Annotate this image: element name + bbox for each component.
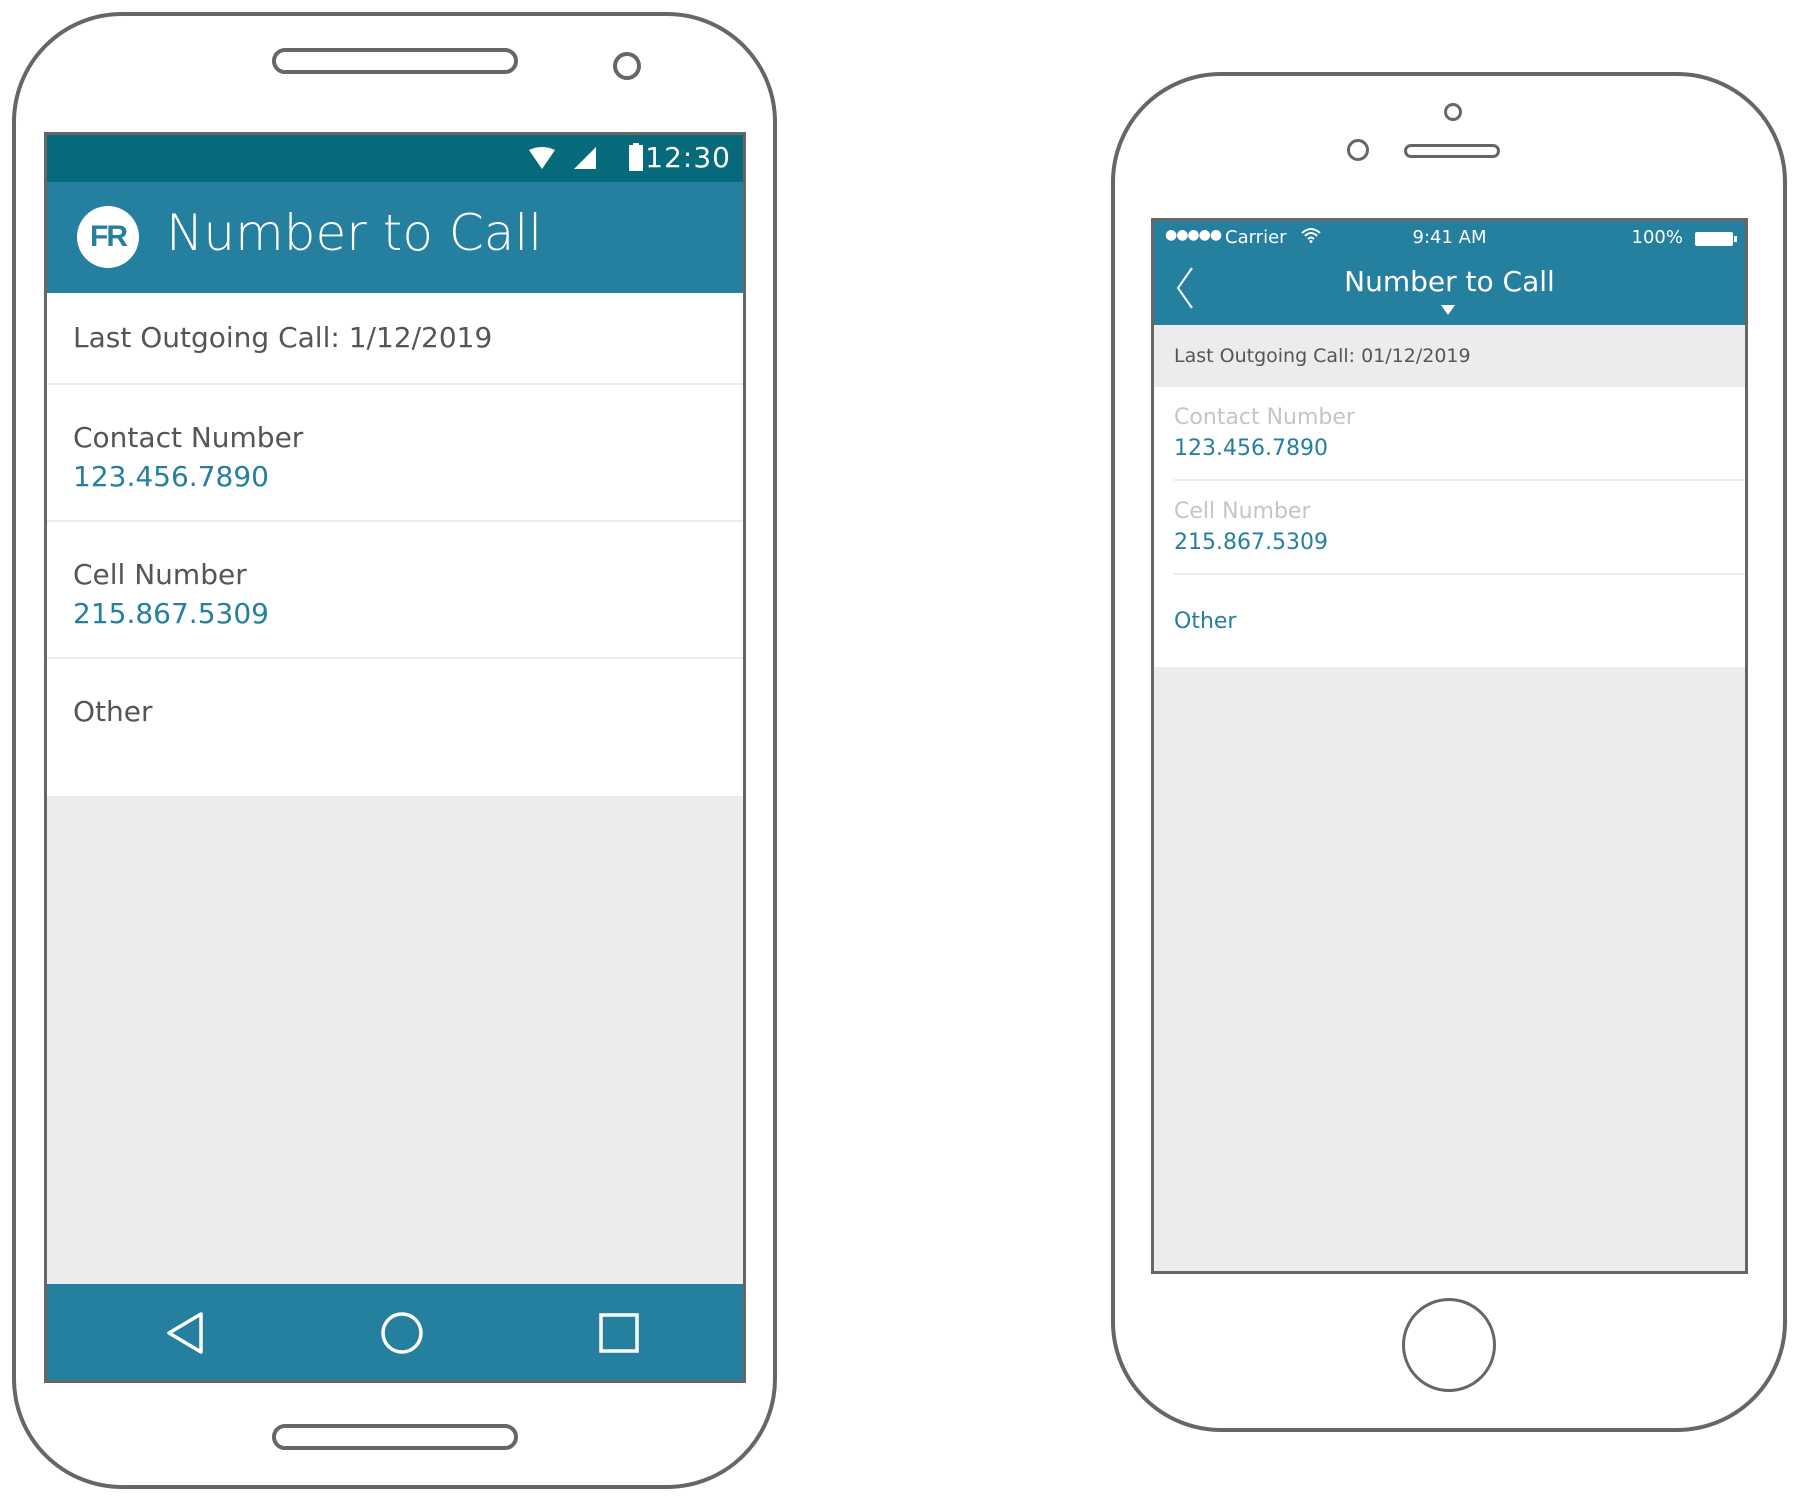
android-app-bar: FR Number to Call <box>47 182 743 293</box>
back-triangle-icon <box>167 1312 203 1354</box>
android-nav-bar <box>47 1284 743 1380</box>
option-label: Contact Number <box>73 421 304 454</box>
option-other[interactable]: Other <box>1174 575 1745 667</box>
battery-percent: 100% <box>1631 227 1683 248</box>
option-contact-number[interactable]: Contact Number 123.456.7890 <box>1174 387 1745 481</box>
android-bottom-speaker-grille <box>272 1424 518 1450</box>
battery-icon <box>629 143 643 176</box>
android-number-list: Last Outgoing Call: 1/12/2019 Contact Nu… <box>47 293 743 796</box>
ios-status-bar: ●●●●● Carrier 9:41 AM 100% <box>1154 221 1745 255</box>
option-contact-number[interactable]: Contact Number 123.456.7890 <box>47 385 743 522</box>
android-front-camera <box>613 52 641 80</box>
android-screen: 12:30 FR Number to Call Last Outgoing Ca… <box>44 132 746 1383</box>
last-outgoing-call-text: Last Outgoing Call: 1/12/2019 <box>73 321 493 354</box>
caret-down-icon[interactable] <box>1441 305 1455 315</box>
iphone-proximity-sensor <box>1444 103 1462 121</box>
cellular-signal-icon <box>574 147 596 174</box>
option-label: Other <box>73 695 153 728</box>
page-title[interactable]: Number to Call <box>1154 265 1745 298</box>
option-phone-value: 215.867.5309 <box>73 597 269 630</box>
fr-logo-icon: FR <box>77 206 139 268</box>
nav-recents-button[interactable] <box>594 1308 644 1358</box>
option-phone-value: 123.456.7890 <box>1174 436 1328 461</box>
battery-icon <box>1695 232 1733 246</box>
wifi-icon <box>529 147 555 174</box>
iphone-home-button[interactable] <box>1402 1298 1496 1392</box>
last-outgoing-call-row: Last Outgoing Call: 1/12/2019 <box>47 293 743 385</box>
option-label: Cell Number <box>1174 499 1311 524</box>
option-label: Cell Number <box>73 558 247 591</box>
nav-home-button[interactable] <box>377 1308 427 1358</box>
last-outgoing-call-text: Last Outgoing Call: 01/12/2019 <box>1154 325 1745 387</box>
option-cell-number[interactable]: Cell Number 215.867.5309 <box>47 522 743 659</box>
option-cell-number[interactable]: Cell Number 215.867.5309 <box>1174 481 1745 575</box>
recents-square-icon <box>599 1313 639 1353</box>
ios-number-list: Contact Number 123.456.7890 Cell Number … <box>1154 387 1745 667</box>
battery-tip <box>1734 236 1737 242</box>
android-speaker-grille <box>272 48 518 74</box>
page-title: Number to Call <box>166 204 543 262</box>
option-phone-value: 123.456.7890 <box>73 460 269 493</box>
android-status-bar: 12:30 <box>47 135 743 182</box>
option-phone-value: 215.867.5309 <box>1174 530 1328 555</box>
option-label: Contact Number <box>1174 405 1355 430</box>
home-circle-icon <box>381 1312 423 1354</box>
option-other[interactable]: Other <box>47 659 743 796</box>
iphone-screen: ●●●●● Carrier 9:41 AM 100% Number to Cal… <box>1151 218 1748 1274</box>
option-label: Other <box>1174 609 1237 634</box>
ios-header: ●●●●● Carrier 9:41 AM 100% Number to Cal… <box>1154 221 1745 325</box>
nav-back-button[interactable] <box>160 1308 210 1358</box>
iphone-front-camera <box>1347 139 1369 161</box>
iphone-earpiece <box>1404 144 1500 158</box>
status-time: 12:30 <box>645 141 731 174</box>
